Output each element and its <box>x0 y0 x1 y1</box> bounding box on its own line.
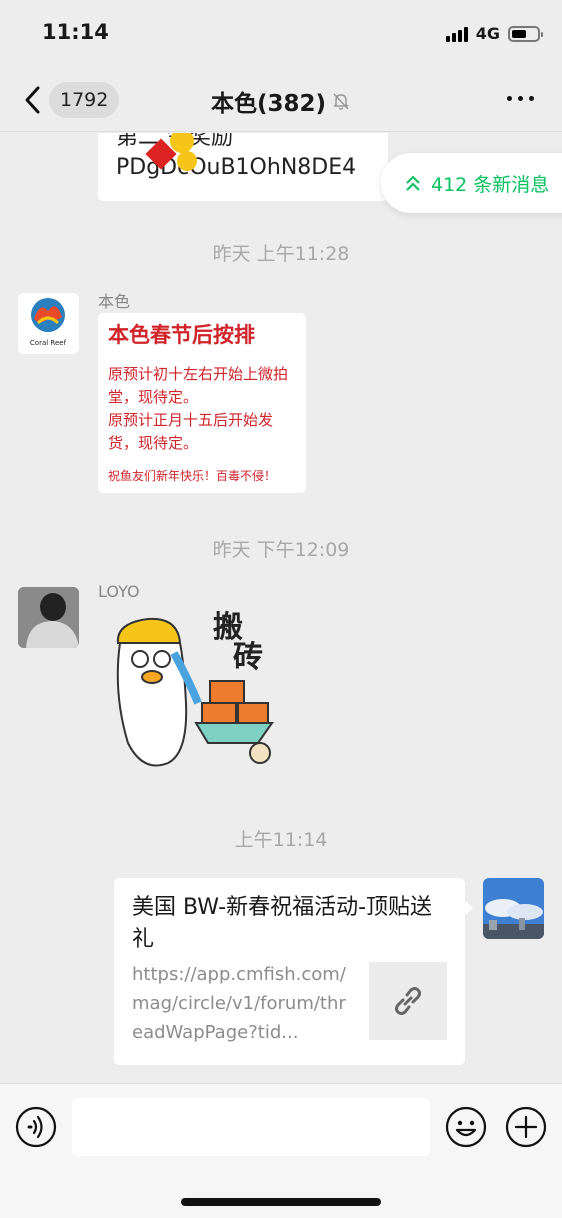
mute-bell-icon <box>333 93 349 110</box>
sky-photo-icon <box>483 878 544 939</box>
partial-message-bubble[interactable]: 第二 领奖励 PDgDcOuB1OhN8DE4 <box>98 133 388 201</box>
new-messages-button[interactable]: 412 条新消息 <box>381 153 562 213</box>
message-input[interactable] <box>72 1098 430 1156</box>
person-photo-icon <box>18 587 79 648</box>
battery-icon <box>508 25 543 42</box>
link-icon <box>395 987 421 1015</box>
link-card[interactable]: 美国 BW-新春祝福活动-顶贴送礼 https://app.cmfish.com… <box>114 878 473 1065</box>
notice-paragraph-1: 原预计初十左右开始上微拍堂，现待定。 <box>108 365 289 406</box>
my-avatar[interactable] <box>483 878 544 939</box>
plus-icon[interactable] <box>505 1106 547 1148</box>
chat-title-text: 本色(382) <box>210 91 327 117</box>
double-chevron-up-icon <box>406 175 420 191</box>
duck-brick-sticker[interactable]: 搬 砖 <box>98 603 278 783</box>
link-url: https://app.cmfish.com/mag/circle/v1/for… <box>132 964 346 1043</box>
nav-bar: 1792 本色(382) <box>0 68 562 132</box>
notice-title: 本色春节后按排 <box>108 322 255 347</box>
notice-footer: 祝鱼友们新年快乐！百毒不侵！ <box>108 469 277 483</box>
sticker-text-2: 砖 <box>233 640 263 675</box>
new-messages-label: 412 条新消息 <box>431 173 550 196</box>
notice-paragraph-2: 原预计正月十五后开始发货，现待定。 <box>108 411 274 452</box>
voice-input-icon[interactable] <box>15 1106 57 1148</box>
emoji-icon[interactable] <box>445 1106 487 1148</box>
avatar[interactable]: Coral Reef <box>18 293 79 354</box>
fu-sticker-icon <box>145 133 197 171</box>
status-bar: 11:14 4G <box>0 0 562 68</box>
avatar-label: Coral Reef <box>30 339 67 347</box>
sender-name: LOYO <box>98 582 140 601</box>
notice-image[interactable]: 本色春节后按排 原预计初十左右开始上微拍堂，现待定。 原预计正月十五后开始发货，… <box>98 313 306 493</box>
link-thumbnail <box>369 962 447 1040</box>
avatar[interactable] <box>18 587 79 648</box>
signal-icon <box>445 26 468 42</box>
timestamp: 上午11:14 <box>234 829 328 851</box>
sender-name: 本色 <box>98 292 131 311</box>
status-indicators: 4G <box>445 24 543 43</box>
more-options-icon[interactable] <box>507 96 534 101</box>
status-time: 11:14 <box>42 20 109 44</box>
timestamp: 昨天 上午11:28 <box>212 243 350 265</box>
timestamp: 昨天 下午12:09 <box>212 539 350 561</box>
coral-reef-logo-icon: Coral Reef <box>18 293 79 354</box>
network-type: 4G <box>475 24 500 43</box>
home-indicator[interactable] <box>181 1198 381 1206</box>
link-title: 美国 BW-新春祝福活动-顶贴送礼 <box>132 895 433 952</box>
chat-title: 本色(382) <box>0 84 562 118</box>
chat-messages[interactable]: 第二 领奖励 PDgDcOuB1OhN8DE4 412 条新消息 昨天 上午11… <box>0 133 562 1083</box>
